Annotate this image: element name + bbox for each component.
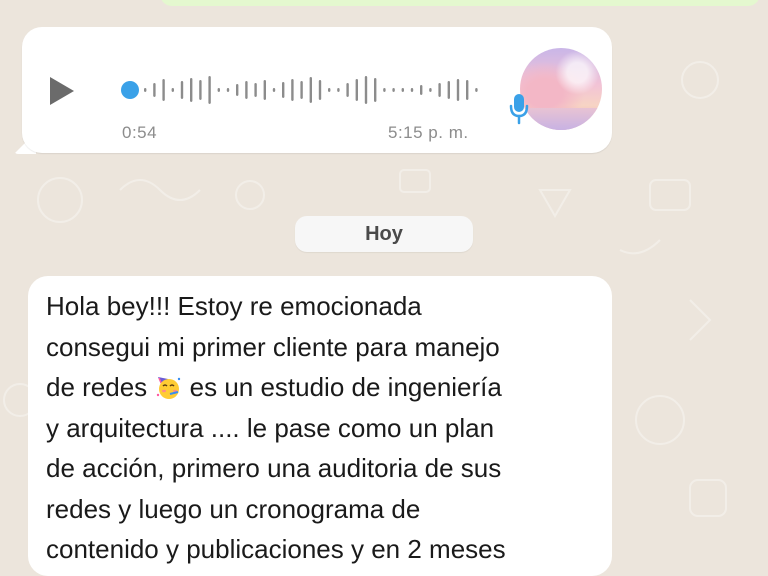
waveform-bar: [199, 80, 202, 100]
waveform-bar: [374, 78, 377, 102]
message-line: redes y luego un cronograma de: [46, 493, 421, 524]
waveform-bar: [180, 81, 184, 99]
waveform-bar: [429, 88, 432, 92]
waveform-bar: [346, 83, 349, 97]
waveform-bar: [318, 80, 322, 100]
waveform-bar: [236, 84, 239, 96]
message-line: consegui mi primer cliente para manejo: [46, 331, 500, 362]
waveform-bar: [401, 88, 404, 92]
waveform-bar: [291, 79, 294, 101]
message-line: y arquitectura .... le pase como un plan: [46, 412, 495, 443]
waveform-bar: [162, 79, 165, 101]
waveform-bar: [383, 88, 386, 92]
waveform-bar: [153, 83, 156, 97]
waveform-bar: [190, 78, 193, 102]
message-timestamp: 5:15 p. m.: [388, 123, 469, 142]
waveform-bar: [364, 76, 368, 104]
partying-face-emoji-icon: [157, 377, 181, 399]
waveform-bar: [254, 83, 257, 97]
waveform-bar: [328, 88, 331, 92]
message-line: de acción, primero una auditoria de sus: [46, 453, 502, 483]
waveform-bar: [272, 88, 276, 92]
play-icon[interactable]: [44, 74, 78, 108]
waveform-bar: [226, 88, 230, 92]
waveform-bar: [337, 88, 340, 92]
playback-position-knob[interactable]: [121, 81, 139, 99]
waveform-bar: [475, 88, 478, 92]
waveform-bar: [282, 82, 285, 98]
waveform-bar: [392, 88, 395, 92]
waveform-bar: [438, 83, 441, 97]
voice-duration: 0:54: [122, 123, 158, 142]
waveform-bar: [144, 88, 147, 92]
waveform-bar: [410, 88, 414, 92]
waveform-bar: [171, 88, 174, 92]
sender-avatar[interactable]: [520, 48, 602, 130]
waveform-bar: [355, 79, 358, 101]
previous-outgoing-message: [160, 0, 760, 6]
message-text: Hola bey!!! Estoy re emocionada consegui…: [46, 286, 606, 570]
waveform-bar: [300, 81, 303, 99]
waveform-bar: [217, 88, 220, 92]
message-line: de redes: [46, 372, 155, 402]
waveform-bar: [456, 79, 460, 101]
voice-waveform[interactable]: [120, 70, 490, 110]
waveform-bar: [208, 76, 211, 104]
message-line: Hola bey!!! Estoy re emocionada: [46, 291, 422, 321]
waveform-bar: [263, 80, 266, 100]
waveform-bar: [466, 80, 469, 100]
message-line: es un estudio de ingeniería: [182, 372, 502, 402]
waveform-bar: [420, 85, 423, 95]
waveform-bar: [447, 81, 450, 99]
microphone-icon: [509, 94, 529, 125]
waveform-bar: [309, 77, 312, 103]
date-divider: Hoy: [295, 216, 473, 252]
waveform-bar: [245, 81, 248, 99]
